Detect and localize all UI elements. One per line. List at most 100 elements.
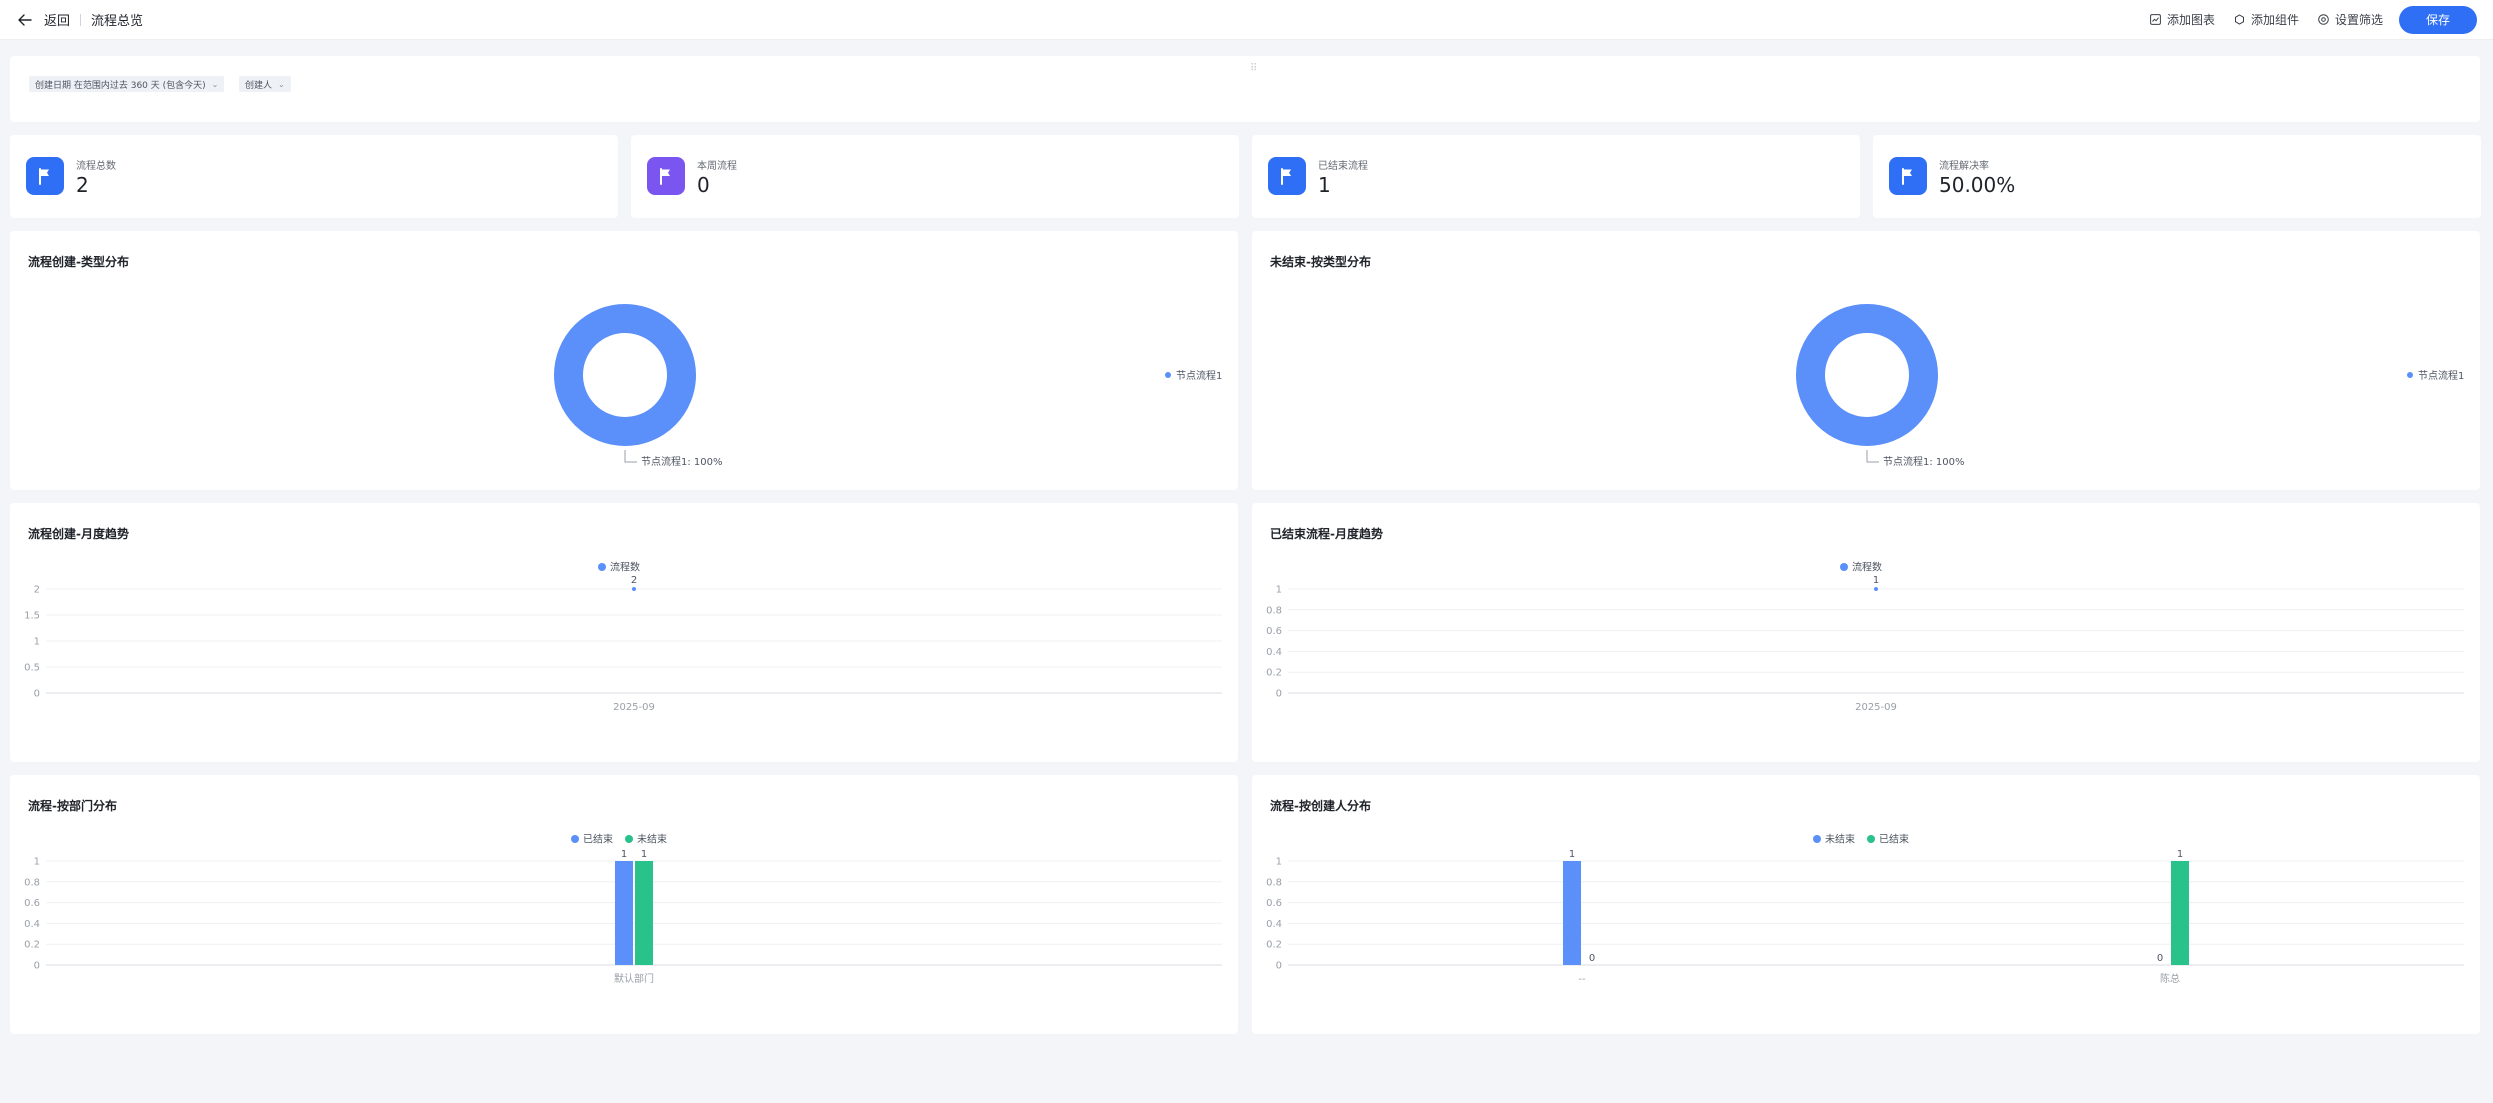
slice-leader-line: [624, 450, 637, 463]
y-tick-label: 0.6: [24, 898, 40, 909]
creator-filter[interactable]: 创建人 ⌄: [239, 76, 291, 92]
add-component-button[interactable]: 添加组件: [2233, 11, 2299, 28]
chart-card-unfinished-type: 未结束-按类型分布 节点流程1: 100% 节点流程1: [1252, 231, 2480, 490]
stat-value: 50.00%: [1939, 173, 2016, 197]
legend-label: 流程数: [610, 561, 640, 574]
data-label: 1: [1873, 575, 1879, 586]
y-tick-label: 0.2: [1266, 940, 1282, 951]
bar-value-label: 1: [621, 849, 627, 860]
legend-marker: [1840, 563, 1848, 571]
y-tick-label: 0: [1276, 961, 1282, 972]
chart-card-type-distribution: 流程创建-类型分布 节点流程1: 100% 节点流程1: [10, 231, 1238, 490]
pie-chart: 节点流程1: 100% 节点流程1: [1796, 304, 2464, 468]
add-chart-label: 添加图表: [2166, 13, 2215, 27]
bar-value-label: 1: [1569, 849, 1575, 860]
stat-value: 2: [76, 173, 89, 197]
line-chart: 1 0.8 0.6 0.4 0.2 0 流程数 2025-09 1: [1266, 561, 2464, 713]
x-tick-label: 默认部门: [614, 972, 654, 985]
y-tick-label: 0: [34, 689, 40, 700]
stat-card-finished: 已结束流程 1: [1252, 135, 1860, 218]
bar-value-label: 1: [2177, 849, 2183, 860]
drag-handle-icon[interactable]: ⠿: [1250, 63, 1257, 74]
stat-label: 本周流程: [697, 161, 737, 172]
y-tick-label: 1: [1276, 857, 1282, 868]
flag-icon: [26, 157, 64, 195]
legend-label: 流程数: [1852, 561, 1882, 574]
arrow-left-icon[interactable]: [16, 11, 34, 29]
y-tick-label: 0.4: [1266, 919, 1282, 930]
bar: [615, 861, 633, 965]
set-filter-label: 设置筛选: [2334, 13, 2383, 27]
legend-marker: [571, 835, 579, 843]
stat-card-total: 流程总数 2: [10, 135, 618, 218]
y-tick-label: 0.8: [24, 877, 40, 888]
bar-chart: 1 0.8 0.6 0.4 0.2 0 未结束 已结束 -- 1 0 陈总 0 1: [1266, 833, 2464, 985]
y-tick-label: 0.5: [24, 663, 40, 674]
save-button[interactable]: 保存: [2399, 5, 2477, 34]
chart-icon: [2149, 13, 2163, 27]
legend-label: 节点流程1: [1176, 369, 1222, 382]
component-icon: [2233, 13, 2247, 27]
slice-label: 节点流程1: 100%: [1883, 455, 1965, 468]
legend-marker: [1813, 835, 1821, 843]
flag-icon: [1268, 157, 1306, 195]
legend-marker: [598, 563, 606, 571]
stat-value: 1: [1318, 173, 1331, 197]
data-point: [632, 587, 636, 591]
set-filter-button[interactable]: 设置筛选: [2317, 11, 2383, 28]
pie-chart: 节点流程1: 100% 节点流程1: [554, 304, 1222, 468]
stat-card-resolution-rate: 流程解决率 50.00%: [1873, 135, 2481, 218]
created-date-filter-label: 创建日期 在范围内过去 360 天 (包含今天): [35, 80, 206, 91]
stat-label: 流程解决率: [1939, 161, 1989, 172]
line-chart: 2 1.5 1 0.5 0 流程数 2025-09 2: [24, 561, 1222, 713]
chevron-down-icon: ⌄: [278, 79, 285, 89]
x-tick-label: 陈总: [2160, 972, 2180, 985]
bar: [1563, 861, 1581, 965]
stat-value: 0: [697, 173, 710, 197]
bar: [2171, 861, 2189, 965]
y-tick-label: 0.6: [1266, 626, 1282, 637]
legend-label: 未结束: [637, 833, 667, 846]
slice-leader-line: [1866, 450, 1879, 463]
creator-filter-label: 创建人: [245, 80, 273, 91]
legend-label: 节点流程1: [2418, 369, 2464, 382]
top-bar: 返回 流程总览 添加图表 添加组件 设置筛选 保存: [0, 0, 2493, 40]
y-tick-label: 0.2: [24, 940, 40, 951]
legend-marker: [2407, 372, 2413, 378]
slice-label: 节点流程1: 100%: [641, 455, 723, 468]
bar-chart: 1 0.8 0.6 0.4 0.2 0 已结束 未结束默认部门 1 1: [24, 833, 1222, 985]
x-tick-label: 2025-09: [613, 702, 655, 713]
back-link[interactable]: 返回: [44, 10, 70, 29]
chart-card-by-department: 流程-按部门分布 1 0.8 0.6 0.4 0.2 0 已结束 未结束 默认部门 1 1: [10, 775, 1238, 1034]
add-chart-button[interactable]: 添加图表: [2149, 11, 2215, 28]
data-point: [1874, 587, 1878, 591]
pie-slice: [554, 304, 696, 446]
created-date-filter[interactable]: 创建日期 在范围内过去 360 天 (包含今天) ⌄: [29, 76, 225, 92]
legend-marker: [625, 835, 633, 843]
y-tick-label: 0.4: [24, 919, 40, 930]
flag-icon: [647, 157, 685, 195]
toolbar-actions: 添加图表 添加组件 设置筛选 保存: [2131, 5, 2477, 34]
page-title: 流程总览: [91, 14, 144, 29]
filter-bar: ⠿ 创建日期 在范围内过去 360 天 (包含今天) ⌄ 创建人 ⌄: [10, 56, 2480, 122]
y-tick-label: 0.8: [1266, 605, 1282, 616]
legend-label: 已结束: [583, 833, 613, 846]
legend-marker: [1867, 835, 1875, 843]
y-tick-label: 0.4: [1266, 647, 1282, 658]
x-tick-label: --: [1578, 974, 1586, 985]
legend-marker: [1165, 372, 1171, 378]
y-tick-label: 1: [34, 857, 40, 868]
y-tick-label: 0.6: [1266, 898, 1282, 909]
stat-card-this-week: 本周流程 0: [631, 135, 1239, 218]
chart-card-by-creator: 流程-按创建人分布 1 0.8 0.6 0.4 0.2 0 未结束 已结束 -- 1 0 陈总 0 1: [1252, 775, 2480, 1034]
add-component-label: 添加组件: [2250, 13, 2299, 27]
flag-icon: [1889, 157, 1927, 195]
legend-label: 未结束: [1825, 833, 1855, 846]
y-tick-label: 1: [34, 637, 40, 648]
breadcrumb-divider: [80, 13, 82, 26]
chart-card-monthly-finished: 已结束流程-月度趋势 1 0.8 0.6 0.4 0.2 0 流程数 2025-09 1: [1252, 503, 2480, 762]
legend-label: 已结束: [1879, 833, 1909, 846]
bar: [635, 861, 653, 965]
chart-card-monthly-created: 流程创建-月度趋势 2 1.5 1 0.5 0 流程数 2025-09 2: [10, 503, 1238, 762]
stat-label: 流程总数: [76, 161, 116, 172]
